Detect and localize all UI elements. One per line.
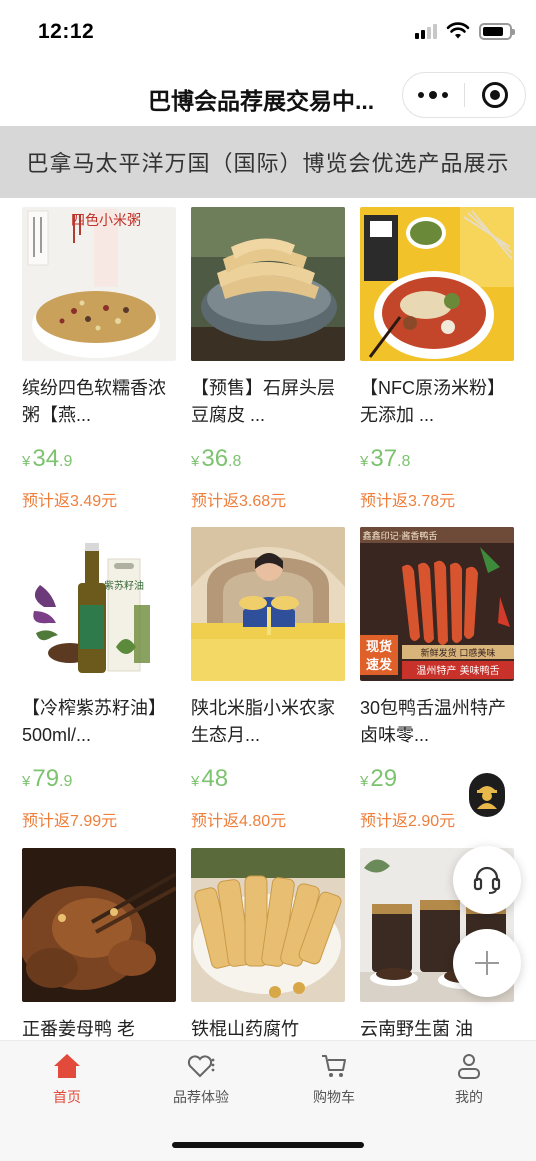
product-name: 云南野生菌 油 — [360, 1019, 474, 1039]
product-name: 铁棍山药腐竹 — [191, 1019, 299, 1039]
product-rebate: 预计返3.49元 — [22, 493, 118, 510]
tab-home[interactable]: 首页 — [17, 1051, 117, 1107]
in-stock-badge-text: 现货 — [366, 639, 392, 655]
customer-service-button[interactable] — [453, 846, 521, 914]
product-name: 【冷榨紫苏籽油】 500ml/... — [22, 698, 166, 745]
specialty-tag-text: 温州特产 美味鸭舌 — [416, 664, 499, 677]
product-card[interactable]: 【预售】石屏头层豆腐皮 ... ¥36.8 预计返3.68元 — [191, 207, 345, 511]
tab-cart-label: 购物车 — [313, 1089, 355, 1105]
product-image: 四色小米粥 — [22, 207, 176, 361]
tab-cart[interactable]: 购物车 — [284, 1051, 384, 1107]
product-rebate: 预计返4.80元 — [191, 813, 287, 830]
product-name: 缤纷四色软糯香浓粥【燕... — [22, 378, 166, 425]
product-rebate: 预计返7.99元 — [22, 813, 118, 830]
profile-icon — [455, 1051, 483, 1081]
product-card[interactable]: 正番姜母鸭 老 — [22, 848, 176, 1040]
tab-experience[interactable]: 品荐体验 — [151, 1051, 251, 1107]
assistant-avatar-button[interactable] — [469, 773, 505, 817]
product-grid: 四色小米粥 缤纷四色软糯香浓粥【燕... ¥34.9 预计返3.49元 【预售】… — [0, 198, 536, 1040]
product-card[interactable]: 紫苏籽油 【冷榨紫苏籽油】 500ml/... ¥79.9 预计返7.99元 — [22, 527, 176, 831]
heart-icon — [186, 1051, 216, 1081]
product-image — [360, 207, 514, 361]
nav-bar: 巴博会品荐展交易中... — [0, 66, 536, 126]
product-card[interactable]: 铁棍山药腐竹 — [191, 848, 345, 1040]
fast-ship-badge-text: 速发 — [366, 657, 393, 673]
miniprogram-capsule — [402, 72, 526, 118]
product-name: 正番姜母鸭 老 — [22, 1019, 136, 1039]
porridge-brand-text: 四色小米粥 — [71, 212, 141, 229]
product-image: 紫苏籽油 — [22, 527, 176, 681]
product-name: 30包鸭舌温州特产卤味零... — [360, 698, 507, 745]
battery-icon — [479, 22, 515, 40]
add-button[interactable] — [453, 929, 521, 997]
product-image: 鑫鑫印记·酱香鸭舌 现货 速发 新鲜发货 口感美味 温州特产 美味鸭舌 — [360, 527, 514, 681]
product-card[interactable]: 四色小米粥 缤纷四色软糯香浓粥【燕... ¥34.9 预计返3.49元 — [22, 207, 176, 511]
home-indicator — [172, 1142, 364, 1148]
product-price: ¥37.8 — [360, 445, 411, 472]
product-image — [22, 848, 176, 1002]
headset-icon — [473, 866, 501, 894]
product-image — [191, 527, 345, 681]
tab-experience-label: 品荐体验 — [173, 1089, 229, 1105]
product-rebate: 预计返3.68元 — [191, 493, 287, 510]
status-time: 12:12 — [38, 20, 95, 43]
assistant-icon — [477, 786, 497, 809]
fresh-tag-text: 新鲜发货 口感美味 — [421, 647, 496, 659]
oil-box-text: 紫苏籽油 — [104, 579, 144, 592]
status-icons — [415, 22, 515, 40]
product-price: ¥34.9 — [22, 445, 73, 472]
status-bar: 12:12 — [0, 0, 536, 66]
product-name: 陕北米脂小米农家生态月... — [191, 698, 335, 745]
product-name: 【预售】石屏头层豆腐皮 ... — [191, 378, 335, 425]
product-card[interactable]: 陕北米脂小米农家生态月... ¥48 预计返4.80元 — [191, 527, 345, 831]
tab-profile[interactable]: 我的 — [419, 1051, 519, 1107]
wifi-icon — [446, 22, 470, 39]
tab-home-label: 首页 — [53, 1089, 81, 1105]
home-icon — [53, 1051, 81, 1081]
product-image — [191, 207, 345, 361]
product-price: ¥48 — [191, 765, 229, 792]
product-name: 【NFC原汤米粉】无添加 ... — [360, 378, 505, 425]
more-options-button[interactable] — [403, 73, 464, 117]
section-banner: 巴拿马太平洋万国（国际）博览会优选产品展示 — [0, 126, 536, 198]
duck-tongue-brand-text: 鑫鑫印记·酱香鸭舌 — [363, 530, 438, 542]
product-card[interactable]: 【NFC原汤米粉】无添加 ... ¥37.8 预计返3.78元 — [360, 207, 514, 511]
target-icon — [481, 82, 508, 108]
product-image — [191, 848, 345, 1002]
product-price: ¥36.8 — [191, 445, 242, 472]
tab-profile-label: 我的 — [455, 1089, 483, 1105]
close-miniprogram-button[interactable] — [464, 73, 525, 117]
product-rebate: 预计返3.78元 — [360, 493, 456, 510]
page-title: 巴博会品荐展交易中... — [148, 88, 375, 114]
product-price: ¥79.9 — [22, 765, 73, 792]
cellular-signal-icon — [415, 23, 437, 39]
plus-icon — [475, 951, 499, 975]
cart-icon — [320, 1051, 348, 1081]
banner-text: 巴拿马太平洋万国（国际）博览会优选产品展示 — [26, 151, 510, 176]
